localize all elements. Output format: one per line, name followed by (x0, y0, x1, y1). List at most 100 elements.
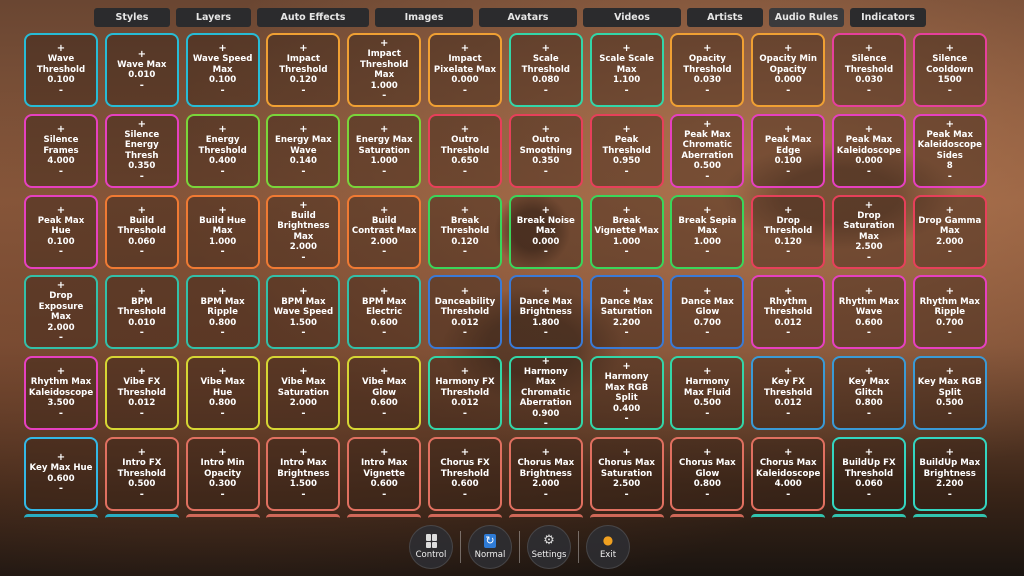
decrement-button[interactable]: - (625, 328, 629, 338)
decrement-button[interactable]: - (221, 166, 225, 177)
increment-button[interactable]: + (946, 119, 954, 130)
decrement-button[interactable]: - (705, 489, 709, 500)
increment-button[interactable]: + (865, 44, 873, 54)
increment-button[interactable]: + (299, 286, 307, 297)
decrement-button[interactable]: - (382, 408, 386, 419)
decrement-button[interactable]: - (59, 333, 63, 343)
decrement-button[interactable]: - (705, 171, 709, 182)
increment-button[interactable]: + (946, 448, 954, 458)
increment-button[interactable]: + (542, 125, 550, 135)
increment-button[interactable]: + (703, 448, 711, 458)
decrement-button[interactable]: - (948, 408, 952, 419)
decrement-button[interactable]: - (221, 489, 225, 500)
decrement-button[interactable]: - (625, 166, 629, 177)
settings-button[interactable]: ⚙ Settings (527, 525, 571, 569)
decrement-button[interactable]: - (301, 489, 305, 500)
increment-button[interactable]: + (380, 125, 388, 135)
decrement-button[interactable]: - (301, 328, 305, 338)
decrement-button[interactable]: - (382, 328, 386, 338)
increment-button[interactable]: + (703, 205, 711, 216)
decrement-button[interactable]: - (463, 166, 467, 177)
increment-button[interactable]: + (865, 125, 873, 135)
increment-button[interactable]: + (380, 39, 388, 49)
decrement-button[interactable]: - (786, 85, 790, 96)
decrement-button[interactable]: - (140, 408, 144, 419)
decrement-button[interactable]: - (221, 247, 225, 257)
tab-videos[interactable]: Videos (583, 8, 681, 27)
increment-button[interactable]: + (865, 286, 873, 297)
increment-button[interactable]: + (218, 286, 226, 297)
tab-auto-effects[interactable]: Auto Effects (257, 8, 369, 27)
increment-button[interactable]: + (380, 367, 388, 377)
increment-button[interactable]: + (299, 367, 307, 377)
increment-button[interactable]: + (461, 125, 469, 135)
decrement-button[interactable]: - (948, 171, 952, 182)
exit-button[interactable]: ● Exit (586, 525, 630, 569)
decrement-button[interactable]: - (463, 247, 467, 257)
increment-button[interactable]: + (622, 44, 630, 54)
decrement-button[interactable]: - (463, 85, 467, 96)
decrement-button[interactable]: - (301, 166, 305, 177)
decrement-button[interactable]: - (59, 247, 63, 257)
increment-button[interactable]: + (299, 200, 307, 211)
increment-button[interactable]: + (865, 367, 873, 377)
decrement-button[interactable]: - (867, 408, 871, 419)
decrement-button[interactable]: - (463, 328, 467, 338)
decrement-button[interactable]: - (705, 408, 709, 419)
increment-button[interactable]: + (865, 448, 873, 458)
increment-button[interactable]: + (946, 44, 954, 54)
increment-button[interactable]: + (57, 367, 65, 377)
decrement-button[interactable]: - (382, 247, 386, 257)
increment-button[interactable]: + (57, 281, 65, 291)
decrement-button[interactable]: - (140, 247, 144, 257)
increment-button[interactable]: + (622, 125, 630, 135)
decrement-button[interactable]: - (867, 85, 871, 96)
decrement-button[interactable]: - (948, 247, 952, 257)
increment-button[interactable]: + (622, 286, 630, 297)
increment-button[interactable]: + (542, 448, 550, 458)
decrement-button[interactable]: - (948, 85, 952, 96)
increment-button[interactable]: + (622, 205, 630, 216)
increment-button[interactable]: + (865, 200, 873, 211)
increment-button[interactable]: + (784, 367, 792, 377)
increment-button[interactable]: + (703, 44, 711, 54)
decrement-button[interactable]: - (544, 328, 548, 338)
decrement-button[interactable]: - (786, 166, 790, 177)
decrement-button[interactable]: - (867, 328, 871, 338)
increment-button[interactable]: + (784, 44, 792, 54)
decrement-button[interactable]: - (625, 247, 629, 257)
increment-button[interactable]: + (138, 49, 146, 60)
decrement-button[interactable]: - (59, 85, 63, 96)
decrement-button[interactable]: - (544, 85, 548, 96)
increment-button[interactable]: + (703, 119, 711, 130)
increment-button[interactable]: + (784, 125, 792, 135)
increment-button[interactable]: + (784, 448, 792, 458)
increment-button[interactable]: + (461, 286, 469, 297)
increment-button[interactable]: + (622, 448, 630, 458)
increment-button[interactable]: + (542, 356, 550, 367)
increment-button[interactable]: + (946, 205, 954, 216)
decrement-button[interactable]: - (463, 489, 467, 500)
decrement-button[interactable]: - (544, 419, 548, 429)
decrement-button[interactable]: - (786, 408, 790, 419)
increment-button[interactable]: + (57, 453, 65, 463)
decrement-button[interactable]: - (221, 85, 225, 96)
decrement-button[interactable]: - (705, 328, 709, 338)
increment-button[interactable]: + (703, 286, 711, 297)
decrement-button[interactable]: - (463, 408, 467, 419)
tab-indicators[interactable]: Indicators (850, 8, 926, 27)
increment-button[interactable]: + (138, 286, 146, 297)
decrement-button[interactable]: - (221, 328, 225, 338)
decrement-button[interactable]: - (140, 328, 144, 338)
decrement-button[interactable]: - (301, 85, 305, 96)
decrement-button[interactable]: - (140, 80, 144, 91)
increment-button[interactable]: + (622, 362, 630, 372)
decrement-button[interactable]: - (867, 489, 871, 500)
increment-button[interactable]: + (299, 44, 307, 54)
increment-button[interactable]: + (299, 125, 307, 135)
increment-button[interactable]: + (57, 44, 65, 54)
increment-button[interactable]: + (461, 367, 469, 377)
increment-button[interactable]: + (542, 44, 550, 54)
increment-button[interactable]: + (784, 286, 792, 297)
increment-button[interactable]: + (542, 205, 550, 216)
